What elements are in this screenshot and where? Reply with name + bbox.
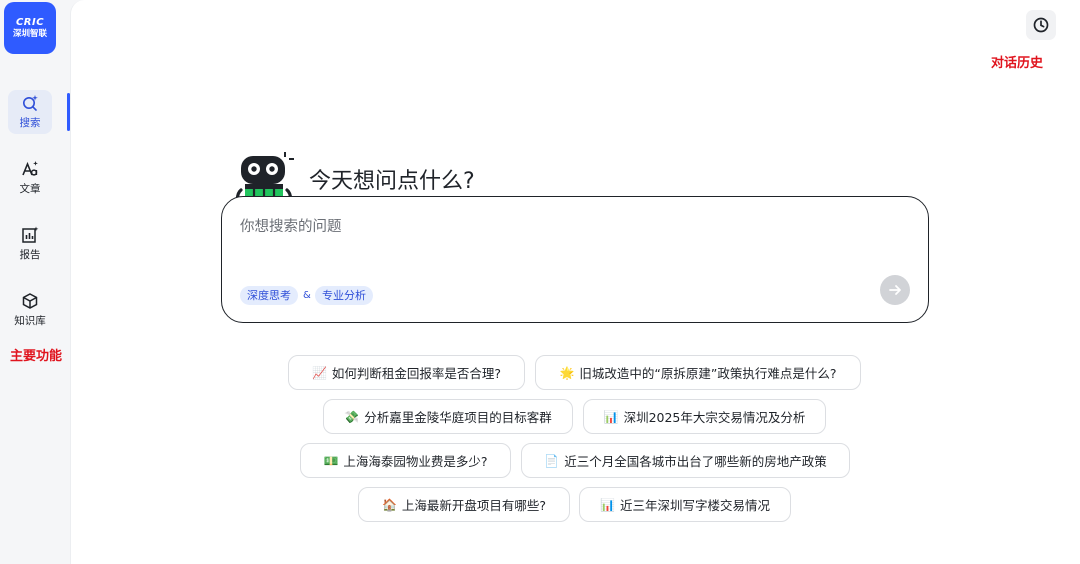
suggestion-emoji: 📊	[603, 409, 619, 424]
sidebar-item-search[interactable]: 搜索	[8, 90, 52, 134]
greeting-title: 今天想问点什么?	[309, 169, 475, 194]
tag-professional-analysis[interactable]: 专业分析	[315, 286, 373, 305]
annotation-chat-history: 对话历史	[991, 56, 1044, 71]
tag-deep-thinking[interactable]: 深度思考	[240, 286, 298, 305]
sidebar-item-label: 搜索	[19, 117, 41, 129]
article-spark-icon	[22, 161, 38, 176]
logo-brand: CRIC	[15, 16, 45, 28]
suggestion-text: 旧城改造中的“原拆原建”政策执行难点是什么?	[579, 366, 837, 381]
clock-history-icon	[1033, 17, 1049, 33]
suggestion-text: 分析嘉里金陵华庭项目的目标客群	[364, 410, 552, 425]
tag-separator: &	[303, 290, 311, 301]
report-chart-icon	[22, 226, 39, 243]
suggestion-emoji: 📈	[311, 365, 327, 380]
suggestion-text: 近三年深圳写字楼交易情况	[619, 498, 770, 513]
search-input[interactable]	[240, 215, 840, 239]
annotation-main-features: 主要功能	[10, 349, 63, 364]
app-logo[interactable]: CRIC 深圳智联	[4, 2, 56, 54]
suggestion-emoji: 🌟	[559, 365, 575, 380]
sidebar-item-label: 文章	[19, 183, 41, 195]
sidebar-item-report[interactable]: 报告	[8, 222, 52, 266]
main-panel: 对话历史 今天想问点什么? 深度思考 & 专业分析 📈	[70, 0, 1080, 564]
knowledge-cube-icon	[22, 293, 38, 309]
arrow-right-icon	[889, 285, 901, 295]
suggestion-chip[interactable]: 📄 近三个月全国各城市出台了哪些新的房地产政策	[521, 443, 850, 478]
suggestion-chip[interactable]: 💵 上海海泰园物业费是多少?	[300, 443, 511, 478]
sidebar: CRIC 深圳智联 搜索 文章 报告 知识库 主要功能	[0, 0, 70, 564]
suggestion-emoji: 📄	[544, 453, 560, 468]
chat-history-button[interactable]	[1026, 10, 1056, 40]
sidebar-item-label: 知识库	[14, 315, 46, 327]
sidebar-item-article[interactable]: 文章	[8, 156, 52, 200]
suggestion-chip[interactable]: 📊 深圳2025年大宗交易情况及分析	[583, 399, 826, 434]
sidebar-item-label: 报告	[19, 249, 41, 261]
suggestion-chip[interactable]: 💸 分析嘉里金陵华庭项目的目标客群	[323, 399, 573, 434]
suggestion-text: 近三个月全国各城市出台了哪些新的房地产政策	[564, 454, 827, 469]
suggestion-chip[interactable]: 🌟 旧城改造中的“原拆原建”政策执行难点是什么?	[535, 355, 861, 390]
suggestion-chip[interactable]: 📈 如何判断租金回报率是否合理?	[288, 355, 525, 390]
suggestion-text: 上海最新开盘项目有哪些?	[401, 498, 547, 513]
suggestion-text: 深圳2025年大宗交易情况及分析	[623, 410, 806, 425]
suggestion-text: 上海海泰园物业费是多少?	[343, 454, 488, 469]
suggestion-chip[interactable]: 🏠 上海最新开盘项目有哪些?	[358, 487, 570, 522]
search-spark-icon	[23, 95, 38, 111]
sidebar-item-knowledge-base[interactable]: 知识库	[8, 288, 52, 332]
logo-subtitle: 深圳智联	[12, 28, 47, 39]
suggestion-chip[interactable]: 📊 近三年深圳写字楼交易情况	[579, 487, 791, 522]
send-button[interactable]	[880, 275, 910, 305]
suggestion-emoji: 💵	[323, 453, 339, 468]
suggestion-text: 如何判断租金回报率是否合理?	[331, 366, 502, 381]
suggestion-emoji: 💸	[344, 409, 360, 424]
search-box: 深度思考 & 专业分析	[221, 196, 929, 323]
suggestion-emoji: 🏠	[381, 497, 397, 512]
suggestion-emoji: 📊	[600, 497, 615, 512]
